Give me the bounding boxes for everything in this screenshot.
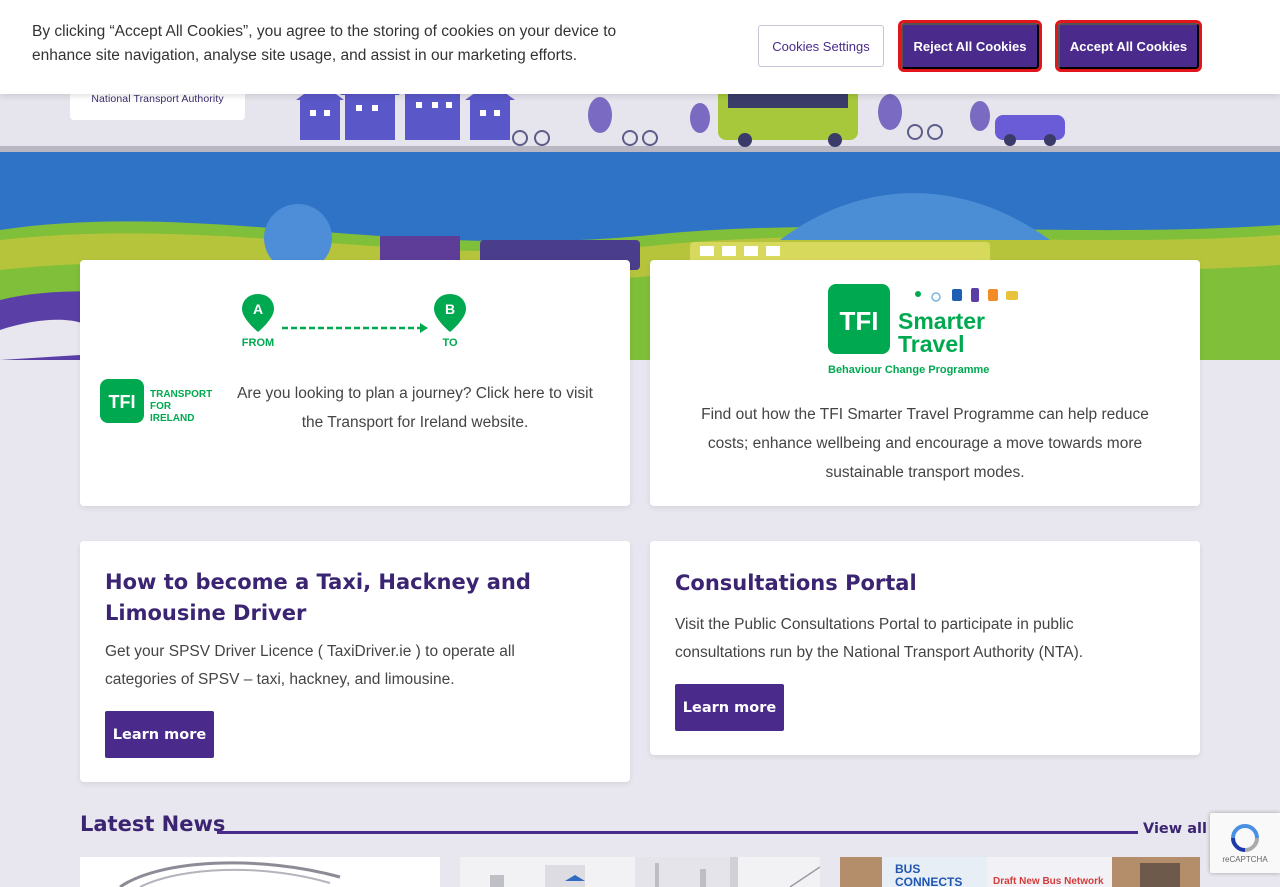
news-thumbnail[interactable] <box>80 857 440 887</box>
cookie-message: By clicking “Accept All Cookies”, you ag… <box>32 23 617 64</box>
taxi-driver-card: How to become a Taxi, Hackney and Limous… <box>80 541 630 782</box>
svg-text:TRANSPORT: TRANSPORT <box>150 389 212 400</box>
tfi-logo: TFI TRANSPORT FOR IRELAND <box>100 379 212 424</box>
svg-text:Travel: Travel <box>898 331 965 357</box>
svg-text:Draft New Bus Network: Draft New Bus Network <box>993 876 1104 887</box>
news-divider <box>217 831 1138 834</box>
svg-text:FOR: FOR <box>150 401 172 412</box>
consult-card-body: Visit the Public Consultations Portal to… <box>675 616 1084 661</box>
nta-logo-text: National Transport Authority <box>91 93 224 105</box>
taxi-learn-more-button[interactable]: Learn more <box>105 711 214 758</box>
svg-text:IRELAND: IRELAND <box>150 413 194 424</box>
svg-text:FROM: FROM <box>242 337 274 349</box>
news-thumbnail[interactable] <box>460 857 820 887</box>
svg-text:Behaviour Change Programme: Behaviour Change Programme <box>828 364 989 376</box>
a-to-b-route-icon: A FROM B TO <box>242 294 466 349</box>
latest-news-heading: Latest News <box>80 812 226 836</box>
svg-text:CONNECTS: CONNECTS <box>895 875 962 887</box>
smarter-travel-card[interactable]: TFI Smarter Travel Behaviour Change Prog… <box>650 260 1200 506</box>
tfi-smarter-travel-logo: TFI Smarter Travel Behaviour Change Prog… <box>828 284 1018 376</box>
cookie-banner: By clicking “Accept All Cookies”, you ag… <box>0 0 1280 94</box>
svg-text:TFI: TFI <box>840 306 879 336</box>
journey-planner-card[interactable]: A FROM B TO TFI TRANSPORT FOR IRELAND Ar… <box>80 260 630 506</box>
taxi-card-body: Get your SPSV Driver Licence ( TaxiDrive… <box>105 643 515 688</box>
consultations-portal-card: Consultations Portal Visit the Public Co… <box>650 541 1200 755</box>
recaptcha-icon <box>1231 823 1259 852</box>
taxi-card-title: How to become a Taxi, Hackney and Limous… <box>105 570 531 625</box>
accept-all-cookies-button[interactable]: Accept All Cookies <box>1055 20 1202 72</box>
view-all-news-link[interactable]: View all <box>1143 821 1207 837</box>
news-thumbnail[interactable]: BUS CONNECTS Draft New Bus Network <box>840 857 1200 887</box>
reject-all-cookies-button[interactable]: Reject All Cookies <box>898 20 1042 72</box>
svg-text:BUS: BUS <box>895 862 920 876</box>
recaptcha-badge[interactable]: reCAPTCHA <box>1210 813 1280 873</box>
svg-text:A: A <box>253 301 263 317</box>
recaptcha-label: reCAPTCHA <box>1222 854 1268 864</box>
cookies-settings-button[interactable]: Cookies Settings <box>758 25 884 67</box>
journey-planner-text[interactable]: Are you looking to plan a journey? Click… <box>225 379 605 437</box>
svg-text:TFI: TFI <box>109 392 136 412</box>
smarter-travel-text[interactable]: Find out how the TFI Smarter Travel Prog… <box>680 400 1170 487</box>
svg-text:B: B <box>445 301 455 317</box>
svg-text:TO: TO <box>442 337 458 349</box>
consult-card-title: Consultations Portal <box>675 571 917 595</box>
consult-learn-more-button[interactable]: Learn more <box>675 684 784 731</box>
